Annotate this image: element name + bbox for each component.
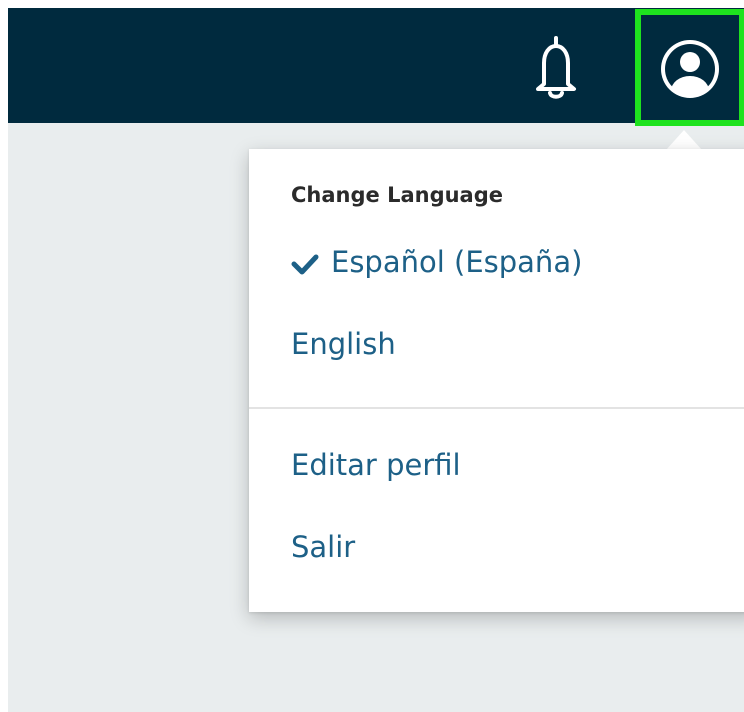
notifications-button[interactable] bbox=[524, 32, 588, 102]
user-menu-button[interactable] bbox=[635, 9, 744, 126]
top-navbar bbox=[8, 8, 744, 126]
edit-profile-link[interactable]: Editar perfil bbox=[291, 448, 461, 482]
language-option-english[interactable]: English bbox=[291, 327, 396, 361]
language-option-espanol[interactable]: Español (España) bbox=[291, 245, 582, 279]
user-dropdown-menu: Change Language Español (España) English… bbox=[249, 149, 744, 612]
language-option-label: Español (España) bbox=[331, 245, 583, 279]
change-language-heading: Change Language bbox=[291, 183, 503, 207]
check-icon bbox=[291, 253, 319, 275]
app-frame: Change Language Español (España) English… bbox=[8, 8, 744, 712]
bell-icon bbox=[536, 36, 576, 99]
logout-link[interactable]: Salir bbox=[291, 530, 355, 564]
user-circle-icon bbox=[661, 40, 719, 98]
language-option-label: English bbox=[291, 327, 396, 361]
dropdown-caret bbox=[666, 130, 702, 150]
menu-divider bbox=[249, 407, 744, 409]
